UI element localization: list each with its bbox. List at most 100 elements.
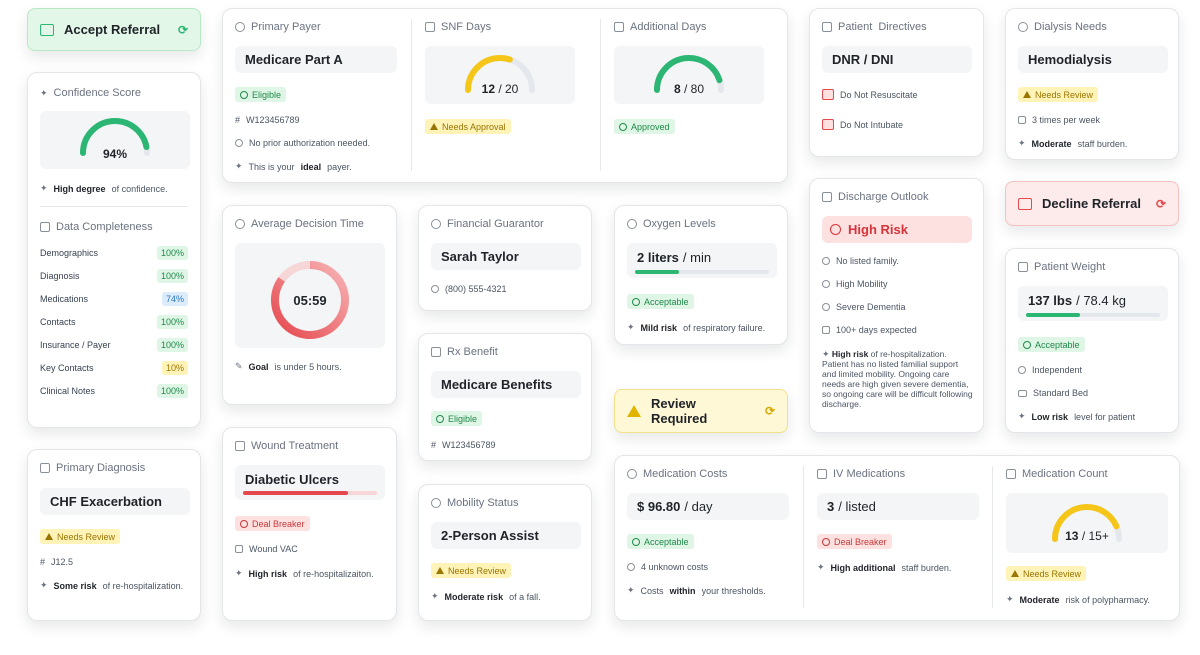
completeness-row: Clinical Notes 100% xyxy=(40,383,188,399)
dollar-icon xyxy=(235,22,245,32)
note-text: payer. xyxy=(327,161,352,172)
directives-value: DNR / DNI xyxy=(822,46,972,73)
brain-icon xyxy=(822,303,830,311)
oxygen-value: 2 liters xyxy=(637,250,679,265)
status-badge: Acceptable xyxy=(627,294,694,309)
confidence-card: ✦ Confidence Score 94% ✦ High degree of con… xyxy=(27,72,201,428)
outlook-item: High Mobility xyxy=(836,279,888,289)
sparkle-icon: ✦ xyxy=(235,568,243,578)
note-bold: Moderate xyxy=(1031,138,1072,149)
medcost-value: $ 96.80 xyxy=(637,499,681,514)
hash-icon: # xyxy=(40,557,46,567)
scan-icon xyxy=(40,463,50,473)
sparkle-icon: ✦ xyxy=(627,322,635,332)
gauge-total: / 20 xyxy=(498,82,519,96)
outlook-item: No listed family. xyxy=(836,256,899,266)
refresh-icon[interactable]: ⟳ xyxy=(178,23,188,37)
divider xyxy=(40,206,188,207)
card-title: Patient Weight xyxy=(1034,261,1106,273)
weight-bar-fill xyxy=(1026,313,1080,317)
sparkle-icon: ✦ xyxy=(822,349,830,359)
outlook-value: High Risk xyxy=(822,216,972,243)
bed-icon xyxy=(1018,389,1027,397)
check-icon xyxy=(632,537,640,546)
badge-label: Approved xyxy=(631,121,670,132)
walk-icon xyxy=(822,280,830,288)
note-bold: Mild risk xyxy=(640,322,678,333)
card-title: Confidence Score xyxy=(53,87,141,99)
medcount-value: 13 / 15+ xyxy=(1006,529,1168,543)
row-value: 100% xyxy=(156,269,188,283)
accept-referral-label: Accept Referral xyxy=(64,22,161,37)
warning-icon xyxy=(1023,91,1031,98)
card-title: Medication Count xyxy=(1022,468,1108,480)
calendar-icon xyxy=(822,326,830,334)
note-bold: Moderate risk xyxy=(444,591,504,602)
completeness-row: Medications 74% xyxy=(40,291,188,307)
status-badge: Needs Review xyxy=(431,563,512,578)
mobility-text: Independent xyxy=(1032,365,1083,375)
iv-bag-icon xyxy=(817,469,827,479)
calendar-icon xyxy=(425,22,435,32)
check-icon xyxy=(240,90,248,99)
iv-value: 3 xyxy=(827,499,835,514)
review-required-label: Review Required xyxy=(651,396,708,426)
snf-gauge: 12 / 20 xyxy=(425,46,575,104)
note-text: of confidence. xyxy=(111,183,168,194)
decision-ring: 05:59 xyxy=(235,243,385,348)
wound-bar-fill xyxy=(243,491,348,495)
confidence-gauge: 94% xyxy=(40,111,190,169)
outlook-note: ✦ High risk of re-hospitalization. Patie… xyxy=(822,349,974,409)
thumbs-up-icon xyxy=(40,23,54,36)
divider xyxy=(411,19,412,171)
note-text: staff burden. xyxy=(1077,138,1128,149)
phone-number[interactable]: (800) 555-4321 xyxy=(445,284,507,294)
sparkle-icon: ✦ xyxy=(40,183,48,193)
completeness-row: Key Contacts 10% xyxy=(40,360,188,376)
card-title: Average Decision Time xyxy=(251,218,364,230)
row-value: 74% xyxy=(161,292,188,306)
sparkle-icon: ✦ xyxy=(431,591,439,601)
sparkle-icon: ✦ xyxy=(627,585,635,595)
dollar-icon xyxy=(627,469,637,479)
row-label: Demographics xyxy=(40,248,99,258)
card-title: Dialysis Needs xyxy=(1034,21,1107,33)
wound-treatment-card: Wound Treatment Diabetic Ulcers Deal Bre… xyxy=(222,427,397,621)
shield-icon xyxy=(235,139,243,147)
divider xyxy=(803,466,804,608)
refresh-icon[interactable]: ⟳ xyxy=(765,404,775,418)
note-text: of re-hospitalizaiton. xyxy=(293,568,374,579)
iv-value-box: 3/ listed xyxy=(817,493,979,520)
directive-item: Do Not Resuscitate xyxy=(840,89,918,100)
note-bold: High risk xyxy=(831,349,869,359)
refresh-icon[interactable]: ⟳ xyxy=(1156,197,1166,211)
card-title: Wound Treatment xyxy=(251,440,339,452)
card-title: Data Completeness xyxy=(56,221,153,233)
warning-icon xyxy=(430,123,438,130)
note-text: risk of polypharmacy. xyxy=(1065,594,1150,605)
accept-referral-button[interactable]: Accept Referral ⟳ xyxy=(27,8,201,51)
status-badge: Needs Review xyxy=(40,529,121,544)
row-label: Clinical Notes xyxy=(40,386,96,396)
note-text: staff burden. xyxy=(901,562,952,573)
card-title: Primary Diagnosis xyxy=(56,462,146,474)
status-badge: Needs Approval xyxy=(425,119,511,134)
heart-off-icon xyxy=(822,89,834,100)
warning-icon xyxy=(436,567,444,574)
medications-card: Medication Costs $ 96.80/ day Acceptable… xyxy=(614,455,1180,621)
dialysis-value: Hemodialysis xyxy=(1018,46,1168,73)
status-badge: Eligible xyxy=(431,411,483,426)
card-title: SNF Days xyxy=(441,21,492,33)
decline-referral-button[interactable]: Decline Referral ⟳ xyxy=(1005,181,1179,226)
calendar-icon xyxy=(614,22,624,32)
payer-days-card: Primary Payer Medicare Part A Eligible #… xyxy=(222,8,788,183)
auth-text: No prior authorization needed. xyxy=(249,138,371,148)
note-bold: Goal xyxy=(248,361,269,372)
status-badge: Needs Review xyxy=(1018,87,1099,102)
check-icon xyxy=(1023,340,1031,349)
review-required-button[interactable]: Review Required ⟳ xyxy=(614,389,788,433)
lungs-icon xyxy=(822,119,834,130)
patient-weight-card: Patient Weight 137 lbs/ 78.4 kg Acceptab… xyxy=(1005,248,1179,433)
payer-value: Medicare Part A xyxy=(235,46,397,73)
patient-directives-card: Patient Directives DNR / DNI Do Not Resu… xyxy=(809,8,984,157)
